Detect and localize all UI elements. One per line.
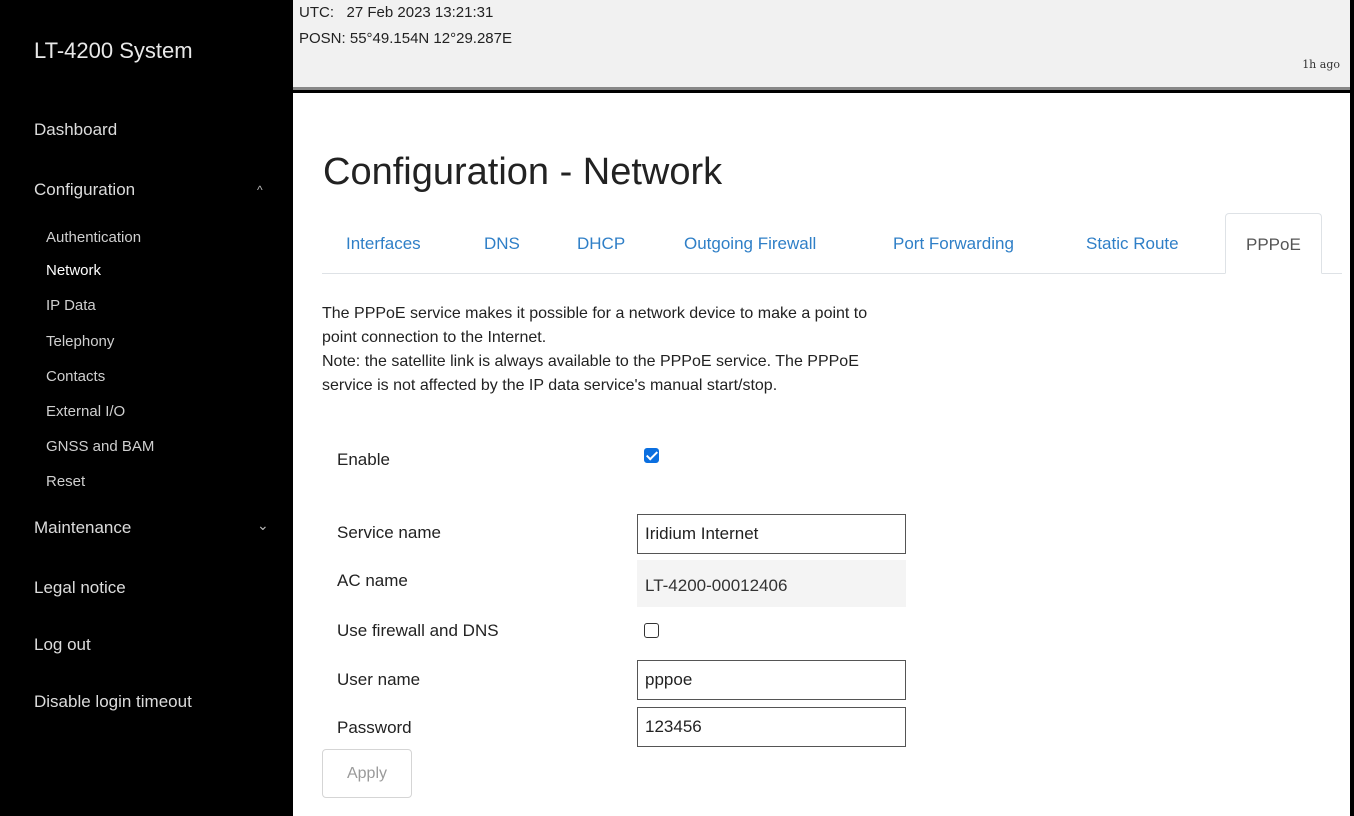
sidebar-item-legal-notice[interactable]: Legal notice [34, 578, 126, 598]
sidebar-item-log-out[interactable]: Log out [34, 635, 91, 655]
tab-outgoing-firewall[interactable]: Outgoing Firewall [684, 234, 816, 254]
utc-label: UTC: [299, 4, 334, 21]
sidebar-item-configuration[interactable]: Configuration [34, 180, 135, 200]
main-content: Configuration - Network Interfaces DNS D… [293, 93, 1350, 816]
tab-interfaces[interactable]: Interfaces [346, 234, 421, 254]
sidebar: LT-4200 System Dashboard Configuration ^… [4, 0, 293, 816]
app-title: LT-4200 System [34, 38, 193, 63]
ac-name-label: AC name [337, 571, 408, 590]
description-line: Note: the satellite link is always avail… [322, 353, 859, 370]
status-bar: UTC: 27 Feb 2023 13:21:31 POSN: 55°49.15… [293, 0, 1350, 90]
sidebar-subitem-network[interactable]: Network [46, 262, 101, 279]
sidebar-subitem-telephony[interactable]: Telephony [46, 333, 114, 350]
sidebar-item-maintenance[interactable]: Maintenance [34, 518, 131, 538]
utc-value: 27 Feb 2023 13:21:31 [346, 4, 494, 21]
password-label: Password [337, 718, 412, 737]
service-name-label: Service name [337, 523, 441, 542]
utc-readout: UTC: 27 Feb 2023 13:21:31 [299, 4, 493, 21]
posn-value: 55°49.154N 12°29.287E [349, 30, 512, 47]
description-line: service is not affected by the IP data s… [322, 377, 778, 394]
ac-name-value: LT-4200-00012406 [637, 560, 906, 607]
service-name-input[interactable] [637, 514, 906, 554]
update-age: 1h ago [1302, 58, 1340, 71]
tab-bar: Interfaces DNS DHCP Outgoing Firewall Po… [322, 213, 1342, 274]
tab-port-forwarding[interactable]: Port Forwarding [893, 234, 1014, 254]
tab-pppoe[interactable]: PPPoE [1225, 213, 1322, 274]
tab-dhcp[interactable]: DHCP [577, 234, 625, 254]
firewall-dns-label: Use firewall and DNS [337, 621, 499, 640]
sidebar-subitem-authentication[interactable]: Authentication [46, 229, 141, 246]
description-line: The PPPoE service makes it possible for … [322, 305, 868, 322]
pppoe-description: The PPPoE service makes it possible for … [322, 302, 1042, 398]
sidebar-subitem-contacts[interactable]: Contacts [46, 368, 105, 385]
chevron-up-icon[interactable]: ^ [257, 183, 263, 197]
sidebar-subitem-reset[interactable]: Reset [46, 473, 85, 490]
chevron-down-icon[interactable]: ⌄ [257, 517, 269, 534]
tab-dns[interactable]: DNS [484, 234, 520, 254]
sidebar-subitem-gnss-bam[interactable]: GNSS and BAM [46, 438, 154, 455]
user-name-label: User name [337, 670, 421, 689]
apply-button[interactable]: Apply [322, 749, 412, 798]
firewall-dns-checkbox[interactable] [644, 623, 659, 638]
enable-checkbox[interactable] [644, 448, 659, 463]
sidebar-subitem-external-io[interactable]: External I/O [46, 403, 125, 420]
sidebar-item-dashboard[interactable]: Dashboard [34, 120, 117, 140]
sidebar-subitem-ip-data[interactable]: IP Data [46, 297, 96, 314]
enable-label: Enable [337, 450, 390, 469]
posn-label: POSN: [299, 30, 346, 47]
password-input[interactable] [637, 707, 906, 747]
user-name-input[interactable] [637, 660, 906, 700]
sidebar-item-disable-login-timeout[interactable]: Disable login timeout [34, 692, 192, 712]
tab-static-route[interactable]: Static Route [1086, 234, 1179, 254]
description-line: point connection to the Internet. [322, 329, 547, 346]
position-readout: POSN: 55°49.154N 12°29.287E [299, 30, 512, 47]
page-title: Configuration - Network [323, 151, 723, 193]
